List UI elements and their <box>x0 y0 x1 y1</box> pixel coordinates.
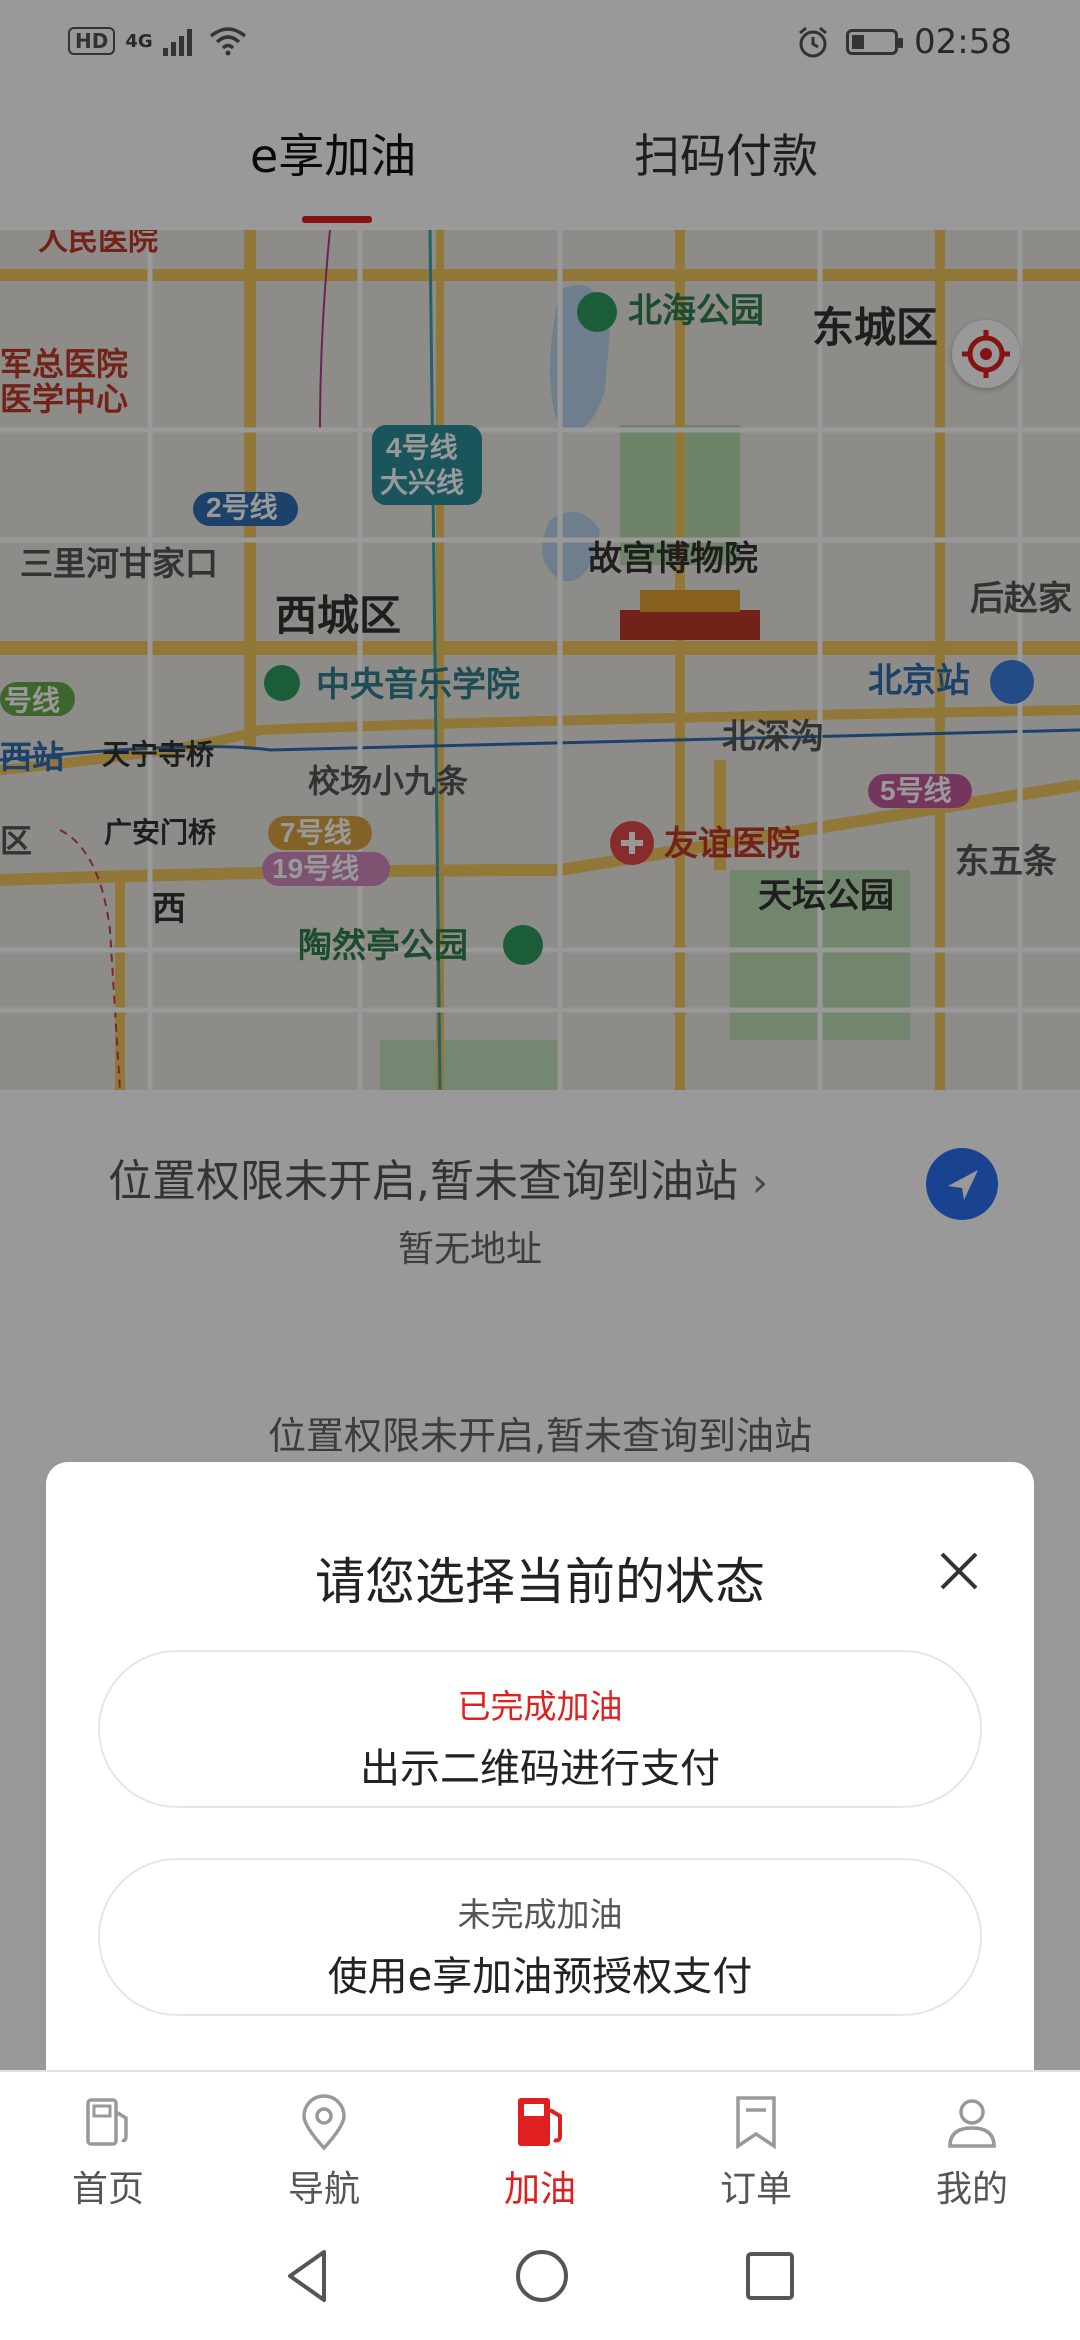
nav-item-orders[interactable]: 订单 <box>648 2072 864 2222</box>
gas-pump-outline-icon <box>86 2098 128 2146</box>
status-select-modal: 请您选择当前的状态 已完成加油 出示二维码进行支付 未完成加油 使用e享加油预授… <box>46 1462 1034 2070</box>
recents-square-icon[interactable] <box>742 2248 798 2304</box>
user-icon <box>948 2099 996 2148</box>
location-pin-icon <box>302 2094 346 2151</box>
nav-item-refuel[interactable]: 加油 <box>432 2072 648 2222</box>
option-action-label: 使用e享加油预授权支付 <box>327 1954 753 2000</box>
nav-label: 我的 <box>935 2169 1008 2210</box>
bottom-navigation: 首页 导航 加油 订单 我的 <box>0 2070 1080 2222</box>
back-icon[interactable] <box>280 2246 336 2306</box>
modal-title: 请您选择当前的状态 <box>315 1553 765 1611</box>
option-action-label: 出示二维码进行支付 <box>360 1746 720 1792</box>
bookmark-icon <box>736 2096 776 2150</box>
option-status-label: 未完成加油 <box>457 1895 623 1934</box>
nav-label: 首页 <box>71 2169 144 2210</box>
gas-pump-filled-icon <box>518 2098 562 2146</box>
option-status-label: 已完成加油 <box>457 1687 623 1726</box>
close-icon[interactable] <box>934 1546 984 1596</box>
nav-label: 加油 <box>503 2169 576 2210</box>
nav-label: 导航 <box>287 2169 360 2210</box>
nav-item-navigation[interactable]: 导航 <box>216 2072 432 2222</box>
nav-label: 订单 <box>719 2169 792 2210</box>
system-navigation-bar <box>0 2220 1080 2340</box>
option-refuel-not-completed[interactable]: 未完成加油 使用e享加油预授权支付 <box>98 1858 982 2016</box>
option-refuel-completed[interactable]: 已完成加油 出示二维码进行支付 <box>98 1650 982 1808</box>
home-circle-icon[interactable] <box>512 2246 572 2306</box>
nav-item-profile[interactable]: 我的 <box>864 2072 1080 2222</box>
nav-item-home[interactable]: 首页 <box>0 2072 216 2222</box>
